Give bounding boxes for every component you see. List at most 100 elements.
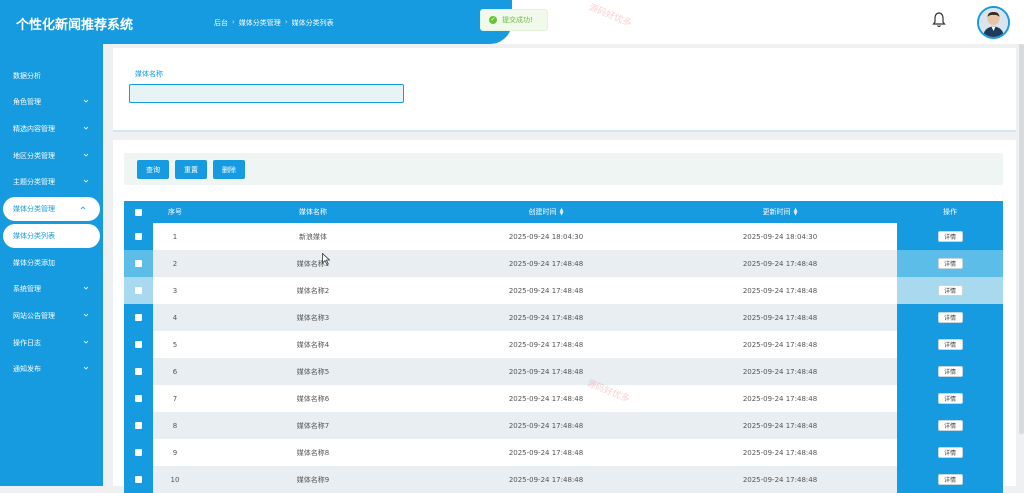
row-checkbox[interactable] xyxy=(135,260,142,267)
sidebar-item-label: 媒体分类添加 xyxy=(13,259,55,267)
breadcrumb-item-media-list: 媒体分类列表 xyxy=(291,19,334,27)
detail-button[interactable]: 详情 xyxy=(937,447,963,458)
table-row[interactable]: 9 媒体名称8 2025-09-24 17:48:48 2025-09-24 17:4… xyxy=(124,439,1003,466)
row-select-cell xyxy=(124,385,153,412)
row-select-cell xyxy=(124,439,153,466)
detail-button[interactable]: 详情 xyxy=(937,285,963,296)
media-name-input[interactable] xyxy=(129,84,404,103)
header-created[interactable]: 创建时间 ▲ ▼ xyxy=(429,201,663,223)
select-all-checkbox[interactable] xyxy=(135,208,142,216)
row-updated-time: 2025-09-24 17:48:48 xyxy=(742,367,818,376)
row-created-time: 2025-09-24 17:48:48 xyxy=(508,448,584,457)
page-scrollbar[interactable] xyxy=(1019,44,1024,434)
detail-button[interactable]: 详情 xyxy=(937,312,963,323)
reset-button[interactable]: 重置 xyxy=(175,160,207,179)
chevron-down-icon xyxy=(83,313,89,317)
sidebar-item-label: 媒体分类管理 xyxy=(13,205,55,213)
table-row[interactable]: 3 媒体名称2 2025-09-24 17:48:48 2025-09-24 17:4… xyxy=(124,277,1003,304)
bell-icon[interactable] xyxy=(932,12,946,28)
row-media-name: 媒体名称2 xyxy=(296,286,330,295)
detail-button[interactable]: 详情 xyxy=(937,366,963,377)
row-media-name: 媒体名称4 xyxy=(296,340,330,349)
row-action-cell: 详情 xyxy=(897,277,1003,304)
table-row[interactable]: 6 媒体名称5 2025-09-24 17:48:48 2025-09-24 17:4… xyxy=(124,358,1003,385)
sidebar-item[interactable]: 地区分类管理 xyxy=(0,144,103,168)
chevron-down-icon xyxy=(83,286,89,290)
row-checkbox[interactable] xyxy=(135,233,142,240)
row-action-cell: 详情 xyxy=(897,331,1003,358)
breadcrumb-separator: › xyxy=(284,18,288,26)
avatar-portrait xyxy=(979,8,1008,37)
row-select-cell xyxy=(124,250,153,277)
row-action-cell: 详情 xyxy=(897,304,1003,331)
table-row[interactable]: 8 媒体名称7 2025-09-24 17:48:48 2025-09-24 17:4… xyxy=(124,412,1003,439)
sort-icon[interactable]: ▲ ▼ xyxy=(560,208,564,217)
detail-button[interactable]: 详情 xyxy=(937,258,963,269)
row-media-name: 媒体名称7 xyxy=(296,421,330,430)
table-row[interactable]: 2 媒体名称1 2025-09-24 17:48:48 2025-09-24 17:4… xyxy=(124,250,1003,277)
table-row[interactable]: 5 媒体名称4 2025-09-24 17:48:48 2025-09-24 17:4… xyxy=(124,331,1003,358)
row-action-cell: 详情 xyxy=(897,439,1003,466)
breadcrumb-item-home[interactable]: 后台 xyxy=(214,18,228,28)
row-action-cell: 详情 xyxy=(897,466,1003,493)
row-checkbox[interactable] xyxy=(135,422,142,429)
row-index: 2 xyxy=(172,259,178,268)
sidebar-item[interactable]: 角色管理 xyxy=(0,90,103,114)
header-created-label: 创建时间 xyxy=(528,208,557,216)
detail-button[interactable]: 详情 xyxy=(937,393,963,404)
header-updated[interactable]: 更新时间 ▲ ▼ xyxy=(663,201,897,223)
sidebar-item[interactable]: 精选内容管理 xyxy=(0,117,103,141)
sidebar-item[interactable]: 数据分析 xyxy=(0,64,103,88)
sidebar-item[interactable]: 媒体分类管理 xyxy=(3,197,100,221)
sidebar-item-label: 精选内容管理 xyxy=(13,125,55,133)
chevron-down-icon xyxy=(83,99,89,103)
delete-button[interactable]: 删除 xyxy=(213,160,245,179)
sidebar-item-label: 角色管理 xyxy=(13,98,41,106)
table-row[interactable]: 4 媒体名称3 2025-09-24 17:48:48 2025-09-24 17:4… xyxy=(124,304,1003,331)
detail-button[interactable]: 详情 xyxy=(937,474,963,485)
row-updated-time: 2025-09-24 17:48:48 xyxy=(742,394,818,403)
sidebar-item[interactable]: 通知发布 xyxy=(0,357,103,381)
row-checkbox[interactable] xyxy=(135,395,142,402)
query-button[interactable]: 查询 xyxy=(137,160,169,179)
sidebar-item-label: 系统管理 xyxy=(13,285,41,293)
row-index: 7 xyxy=(172,394,178,403)
header-index: 序号 xyxy=(168,208,182,216)
detail-button[interactable]: 详情 xyxy=(937,420,963,431)
chevron-down-icon xyxy=(83,153,89,157)
detail-button[interactable]: 详情 xyxy=(937,339,963,350)
sort-icon[interactable]: ▲ ▼ xyxy=(794,208,798,217)
row-checkbox[interactable] xyxy=(135,476,142,483)
check-circle-icon: ✓ xyxy=(489,16,497,24)
table-row[interactable]: 7 媒体名称6 2025-09-24 17:48:48 2025-09-24 17:4… xyxy=(124,385,1003,412)
table-row[interactable]: 1 新浪媒体 2025-09-24 18:04:30 2025-09-24 18:04… xyxy=(124,223,1003,250)
header-action: 操作 xyxy=(943,208,957,216)
sidebar-item[interactable]: 媒体分类添加 xyxy=(0,251,103,275)
sidebar-item[interactable]: 操作日志 xyxy=(0,331,103,355)
row-updated-time: 2025-09-24 17:48:48 xyxy=(742,259,818,268)
row-created-time: 2025-09-24 17:48:48 xyxy=(508,340,584,349)
chevron-down-icon xyxy=(83,126,89,130)
row-index: 6 xyxy=(172,367,178,376)
row-checkbox[interactable] xyxy=(135,341,142,348)
row-media-name: 媒体名称6 xyxy=(296,394,330,403)
row-checkbox[interactable] xyxy=(135,368,142,375)
sidebar-item[interactable]: 主题分类管理 xyxy=(0,170,103,194)
user-avatar[interactable] xyxy=(977,6,1010,39)
table-row[interactable]: 10 媒体名称9 2025-09-24 17:48:48 2025-09-24 17:… xyxy=(124,466,1003,493)
row-select-cell xyxy=(124,277,153,304)
row-checkbox[interactable] xyxy=(135,314,142,321)
breadcrumb-item-media-mgmt[interactable]: 媒体分类管理 xyxy=(239,18,281,28)
detail-button[interactable]: 详情 xyxy=(937,231,963,242)
sidebar-item[interactable]: 网站公告管理 xyxy=(0,304,103,328)
sidebar-item-label: 操作日志 xyxy=(13,339,41,347)
sidebar-item[interactable]: 系统管理 xyxy=(0,277,103,301)
row-select-cell xyxy=(124,358,153,385)
row-checkbox[interactable] xyxy=(135,287,142,294)
sidebar-item-label: 网站公告管理 xyxy=(13,312,55,320)
sidebar-item[interactable]: 媒体分类列表 xyxy=(3,224,100,248)
row-updated-time: 2025-09-24 17:48:48 xyxy=(742,313,818,322)
row-media-name: 新浪媒体 xyxy=(299,232,327,241)
sidebar-item-label: 数据分析 xyxy=(13,72,41,80)
row-checkbox[interactable] xyxy=(135,449,142,456)
